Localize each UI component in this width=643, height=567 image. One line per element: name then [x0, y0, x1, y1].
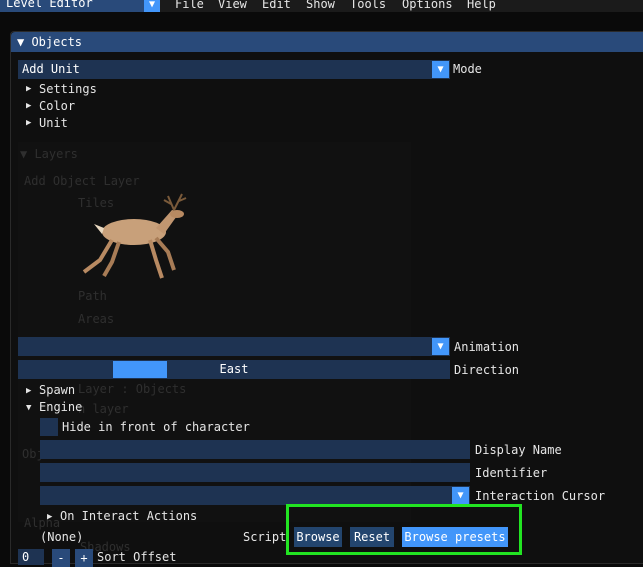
- highlight-box: [286, 504, 522, 555]
- chevron-down-icon[interactable]: ▼: [432, 61, 449, 78]
- menu-bar: Level Editor ▼ File View Edit Show Tools…: [0, 0, 643, 12]
- bg-add-layer: Add Object Layer: [24, 174, 140, 188]
- display-name-input[interactable]: [40, 440, 470, 459]
- interaction-cursor-label: Interaction Cursor: [475, 489, 606, 503]
- mode-label: Mode: [453, 62, 482, 76]
- chevron-down-icon[interactable]: ▼: [144, 0, 160, 12]
- triangle-right-icon[interactable]: ▶: [26, 118, 31, 128]
- script-value: (None): [40, 530, 84, 544]
- menu-edit[interactable]: Edit: [262, 0, 291, 11]
- tree-engine[interactable]: Engine: [39, 400, 82, 414]
- bg-layers-header: ▼ Layers: [20, 147, 78, 161]
- hide-in-front-label: Hide in front of character: [62, 420, 250, 434]
- triangle-right-icon[interactable]: ▶: [26, 84, 31, 94]
- identifier-label: Identifier: [475, 466, 548, 480]
- bg-layer-item: Path: [78, 289, 107, 303]
- triangle-right-icon[interactable]: ▶: [26, 386, 31, 396]
- window-titlebar[interactable]: ▼ Objects: [11, 32, 643, 52]
- menu-options[interactable]: Options: [402, 0, 453, 11]
- menu-file[interactable]: File: [175, 0, 204, 11]
- display-name-label: Display Name: [475, 443, 562, 457]
- tree-on-interact-actions[interactable]: On Interact Actions: [60, 509, 197, 523]
- bg-misc: Alpha: [24, 516, 61, 530]
- menu-view[interactable]: View: [218, 0, 247, 11]
- mode-value: Add Unit: [22, 62, 80, 76]
- window-title: ▼ Objects: [17, 35, 83, 49]
- interaction-cursor-combo[interactable]: ▼: [40, 486, 470, 505]
- script-label: Script: [243, 530, 287, 544]
- direction-value: East: [219, 362, 249, 376]
- minus-button[interactable]: -: [52, 549, 70, 567]
- editor-select-value: Level Editor: [6, 0, 93, 10]
- animation-label: Animation: [454, 340, 520, 354]
- bg-layer-item: n layer: [78, 402, 129, 416]
- menu-show[interactable]: Show: [306, 0, 335, 11]
- tree-settings[interactable]: Settings: [39, 82, 97, 96]
- tree-color[interactable]: Color: [39, 99, 75, 113]
- direction-label: Direction: [454, 363, 520, 377]
- sort-offset-input[interactable]: 0: [18, 549, 44, 565]
- hide-in-front-checkbox[interactable]: [40, 418, 58, 436]
- animation-combo[interactable]: ▼: [18, 337, 450, 356]
- triangle-down-icon[interactable]: ▼: [26, 403, 31, 413]
- menu-help[interactable]: Help: [467, 0, 496, 11]
- editor-select[interactable]: Level Editor ▼: [0, 0, 160, 12]
- bg-layer-item: Layer : Objects: [78, 382, 187, 396]
- menu-tools[interactable]: Tools: [350, 0, 386, 11]
- unit-preview-deer: [82, 193, 187, 279]
- tree-unit[interactable]: Unit: [39, 116, 68, 130]
- chevron-down-icon[interactable]: ▼: [432, 338, 449, 355]
- identifier-input[interactable]: [40, 463, 470, 482]
- triangle-right-icon[interactable]: ▶: [26, 101, 31, 111]
- mode-combo[interactable]: Add Unit ▼: [18, 60, 450, 79]
- bg-layer-item: Areas: [78, 312, 115, 326]
- triangle-right-icon[interactable]: ▶: [47, 512, 52, 522]
- direction-slider[interactable]: East: [18, 360, 450, 379]
- tree-spawn[interactable]: Spawn: [39, 383, 75, 397]
- chevron-down-icon[interactable]: ▼: [452, 487, 469, 504]
- plus-button[interactable]: +: [75, 549, 93, 567]
